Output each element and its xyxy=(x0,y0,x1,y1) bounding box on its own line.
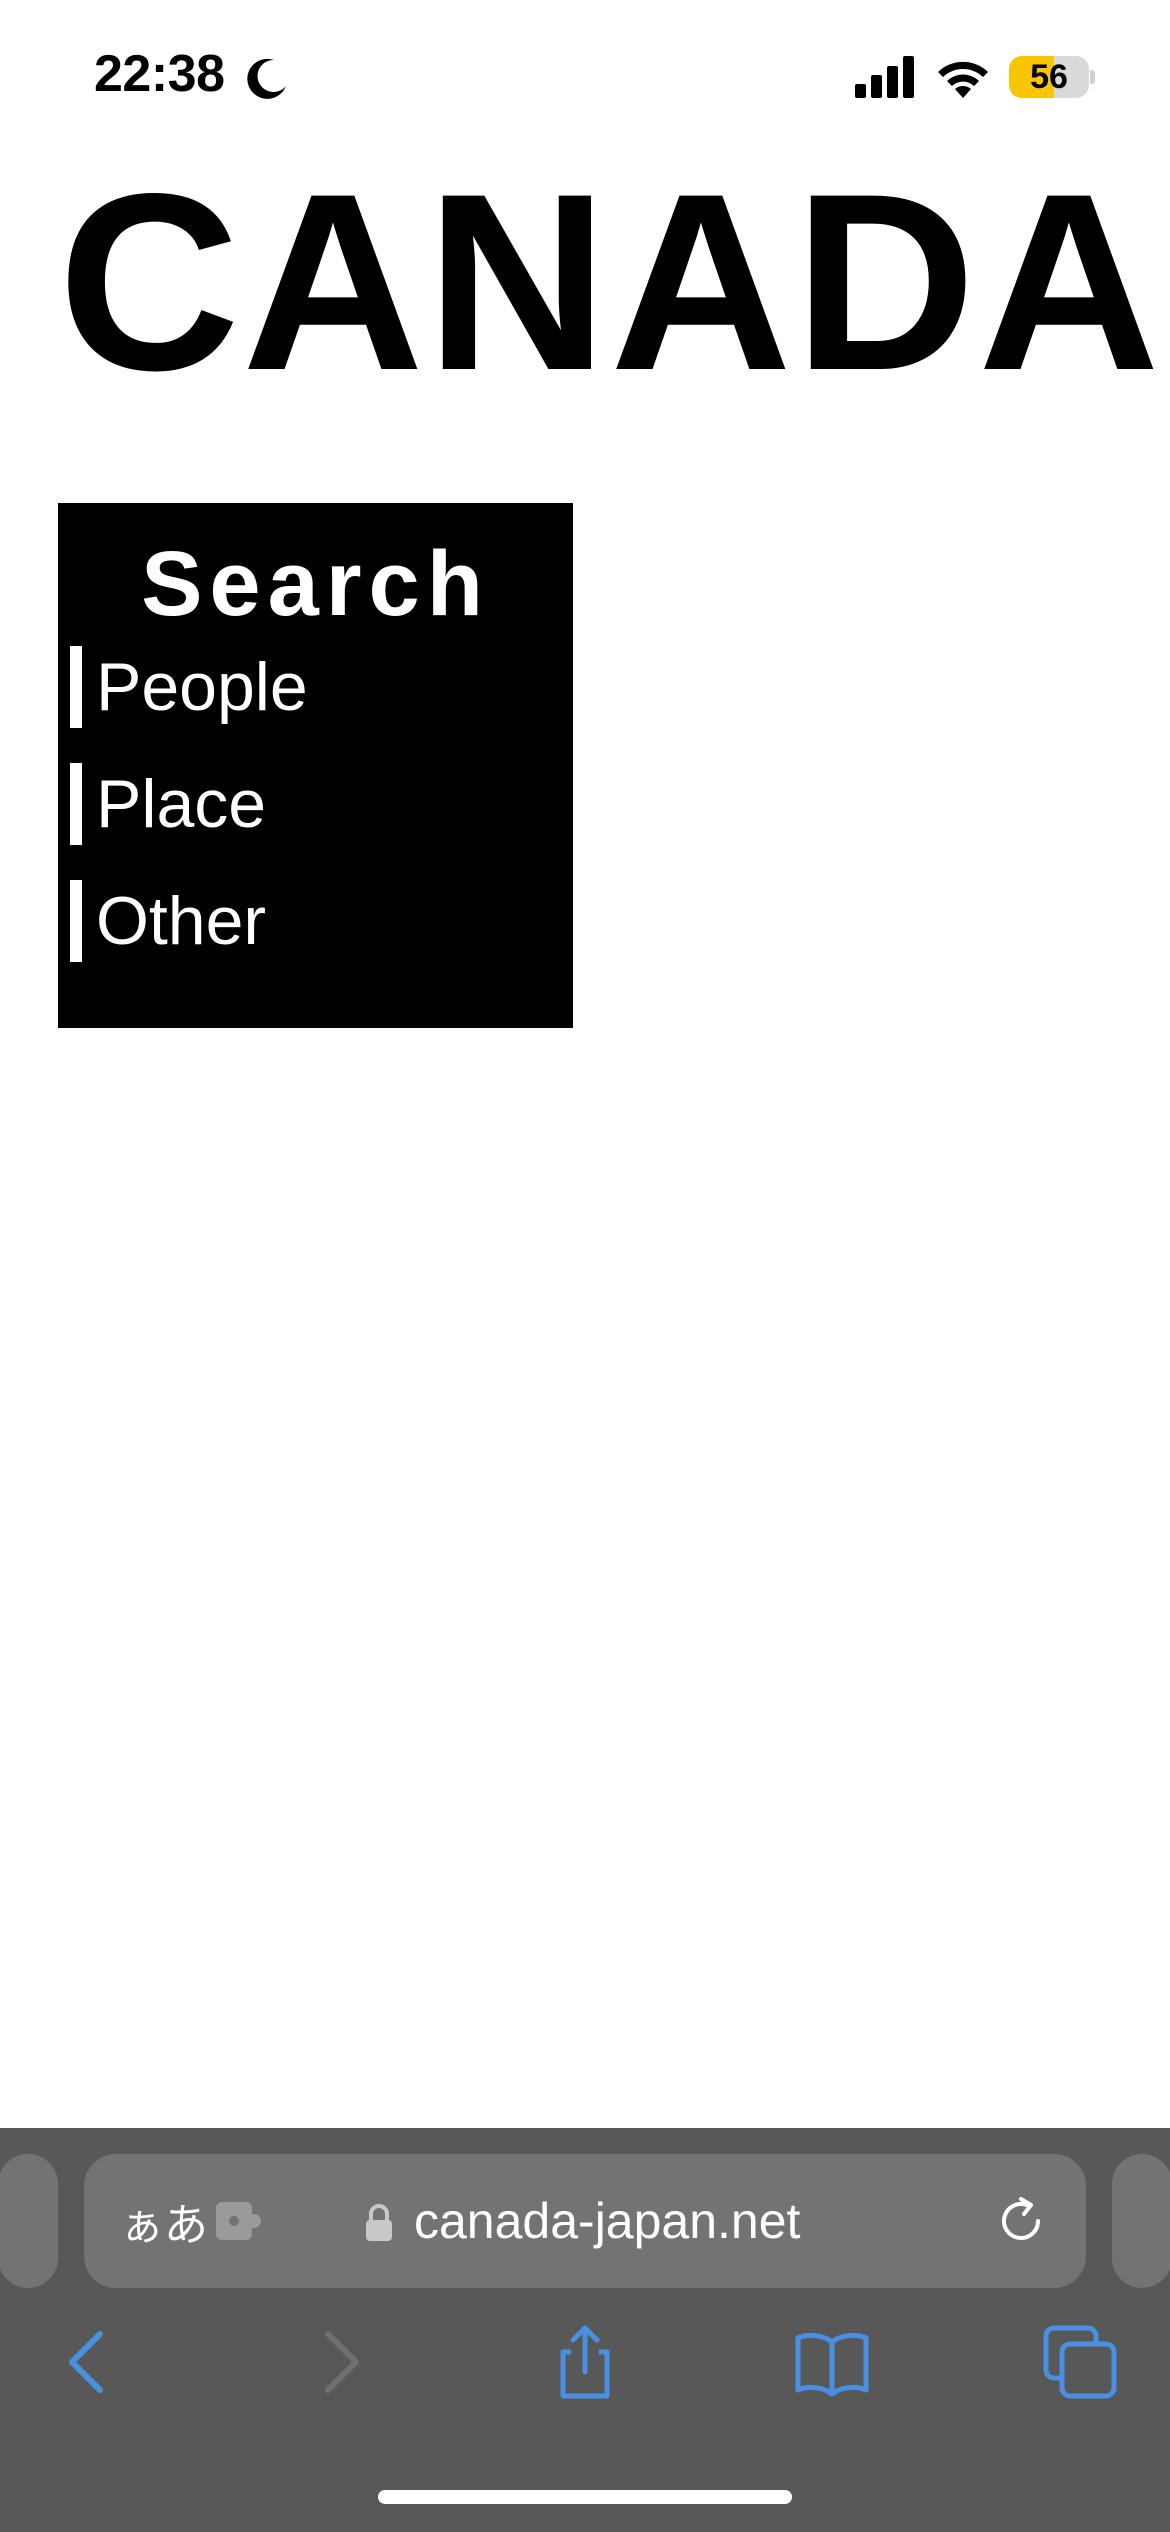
search-item-label[interactable]: Place xyxy=(96,762,266,846)
page-title: CANADA xyxy=(58,142,1162,423)
wifi-icon xyxy=(938,61,988,98)
search-menu: Search People Place Other xyxy=(58,503,573,1028)
search-heading: Search xyxy=(141,533,490,635)
reload-icon[interactable] xyxy=(994,2194,1048,2248)
address-bar[interactable]: ぁあ canada-japan.net xyxy=(84,2154,1086,2288)
tabs-icon[interactable] xyxy=(1040,2322,1120,2402)
bookmarks-icon[interactable] xyxy=(792,2322,872,2402)
search-item-people[interactable]: People xyxy=(70,645,550,729)
back-icon[interactable] xyxy=(48,2322,128,2402)
item-marker xyxy=(70,646,82,728)
search-item-place[interactable]: Place xyxy=(70,762,550,846)
lock-icon xyxy=(366,2204,392,2241)
battery-cap xyxy=(1090,70,1095,84)
battery-icon: 56 xyxy=(1009,56,1089,98)
home-indicator[interactable] xyxy=(378,2490,792,2504)
search-item-other[interactable]: Other xyxy=(70,879,550,963)
item-marker xyxy=(70,763,82,845)
forward-icon[interactable] xyxy=(300,2322,380,2402)
url-text[interactable]: canada-japan.net xyxy=(414,2154,800,2288)
extension-icon[interactable] xyxy=(214,2198,264,2244)
text-size-button[interactable]: ぁあ xyxy=(120,2154,208,2288)
next-tab-peek[interactable] xyxy=(1112,2154,1170,2288)
signal-icon xyxy=(855,56,914,98)
share-icon[interactable] xyxy=(545,2322,625,2402)
battery-level: 56 xyxy=(1030,57,1068,96)
search-item-label[interactable]: Other xyxy=(96,879,266,963)
moon-icon xyxy=(247,58,286,99)
status-bar: 22:38 56 xyxy=(0,0,1170,150)
previous-tab-peek[interactable] xyxy=(0,2154,58,2288)
item-marker xyxy=(70,880,82,962)
search-item-label[interactable]: People xyxy=(96,645,308,729)
status-time: 22:38 xyxy=(94,45,225,103)
screen: 22:38 56 CANADA Search People Place Othe… xyxy=(0,0,1170,2532)
